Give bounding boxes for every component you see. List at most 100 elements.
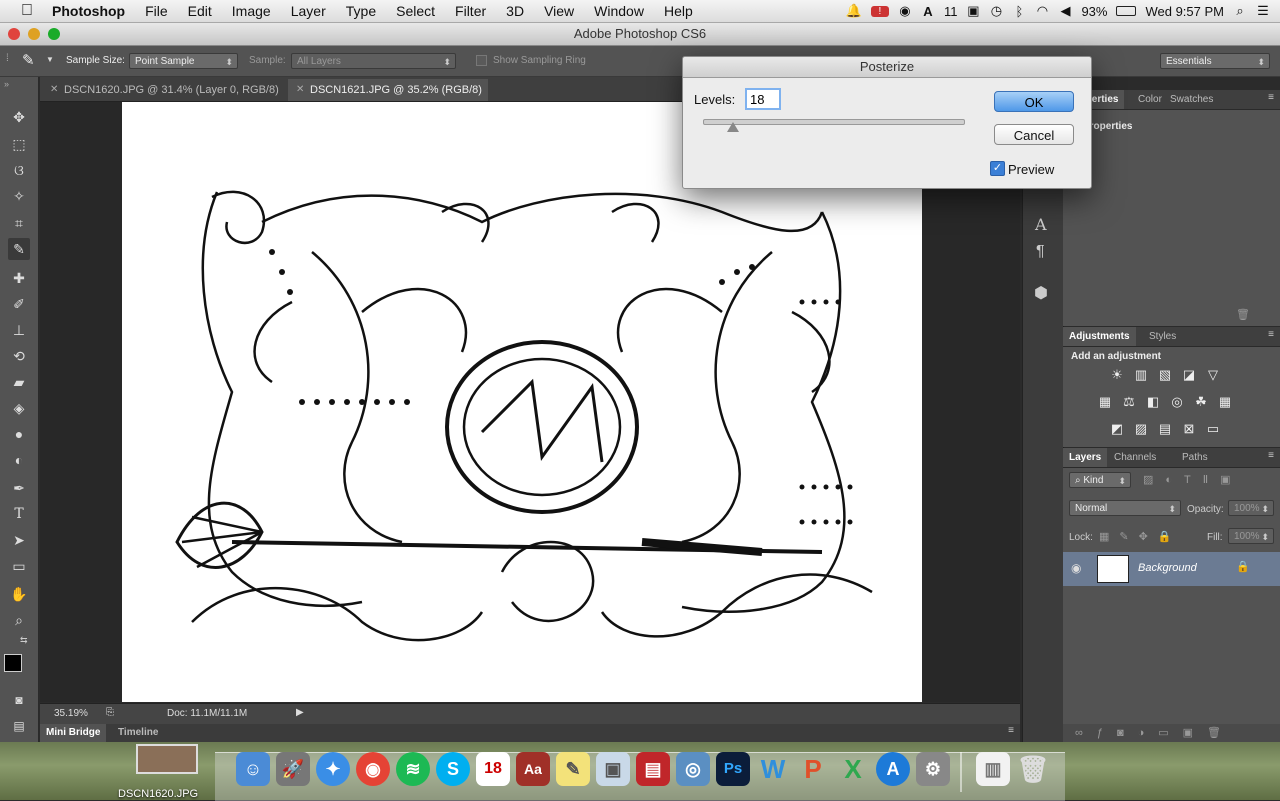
- brightness-icon[interactable]: ☀: [1108, 367, 1126, 383]
- panel-menu-icon[interactable]: ≡: [1008, 725, 1014, 736]
- system-preferences-icon[interactable]: ⚙: [916, 752, 950, 786]
- delete-icon[interactable]: 🗑: [1236, 308, 1250, 321]
- desktop-file-thumbnail[interactable]: [136, 744, 198, 774]
- close-tab-icon[interactable]: ✕: [296, 79, 304, 101]
- levels-input[interactable]: [745, 88, 781, 110]
- levels-slider-track[interactable]: [703, 119, 965, 125]
- spotlight-search-icon[interactable]: ⌕: [1233, 3, 1247, 19]
- menu-app-name[interactable]: Photoshop: [42, 3, 135, 19]
- clipboard-icon[interactable]: ▣: [966, 3, 980, 19]
- menu-view[interactable]: View: [534, 3, 584, 19]
- black-white-icon[interactable]: ◧: [1144, 394, 1162, 410]
- desktop-file-label[interactable]: DSCN1620.JPG: [118, 788, 198, 800]
- eraser-tool-icon[interactable]: ▰: [8, 371, 30, 393]
- eyedropper-tool-icon[interactable]: ✎: [8, 238, 30, 260]
- dictionary-icon[interactable]: Aa: [516, 752, 550, 786]
- channel-mixer-icon[interactable]: ☘: [1192, 394, 1210, 410]
- calendar-icon[interactable]: 18: [476, 752, 510, 786]
- clock[interactable]: Wed 9:57 PM: [1145, 4, 1224, 19]
- wifi-icon[interactable]: ◠: [1035, 3, 1049, 19]
- history-brush-tool-icon[interactable]: ⟲: [8, 345, 30, 367]
- minimize-window-button[interactable]: [28, 28, 40, 40]
- rectangle-tool-icon[interactable]: ▭: [8, 555, 30, 577]
- tab-styles[interactable]: Styles: [1143, 327, 1182, 346]
- selective-color-icon[interactable]: ⊠: [1180, 421, 1198, 437]
- photo-filter-icon[interactable]: ◎: [1168, 394, 1186, 410]
- layers-footer-icons[interactable]: ∞ƒ◙◑▭▣🗑: [1075, 726, 1235, 739]
- pen-tool-icon[interactable]: ✒: [8, 477, 30, 499]
- preset-dropdown-arrow-icon[interactable]: ▼: [46, 55, 54, 64]
- curves-icon[interactable]: ▧: [1156, 367, 1174, 383]
- menu-file[interactable]: File: [135, 3, 178, 19]
- panel-menu-icon[interactable]: ≡: [1268, 92, 1274, 103]
- exposure-icon[interactable]: ◪: [1180, 367, 1198, 383]
- layer-filter-icons[interactable]: ▨◐TⅡ▣: [1143, 473, 1243, 486]
- tab-dscn1621[interactable]: ✕ DSCN1621.JPG @ 35.2% (RGB/8) *: [288, 79, 488, 118]
- tab-swatches[interactable]: Swatches: [1164, 90, 1219, 109]
- close-tab-icon[interactable]: ✕: [50, 79, 58, 101]
- clone-stamp-tool-icon[interactable]: ⊥: [8, 319, 30, 341]
- menu-image[interactable]: Image: [222, 3, 281, 19]
- 3d-panel-icon[interactable]: ⬢: [1034, 283, 1048, 303]
- fill-input[interactable]: 100%: [1228, 528, 1274, 545]
- blend-mode-select[interactable]: Normal: [1069, 500, 1181, 517]
- excel-icon[interactable]: X: [836, 752, 870, 786]
- brush-tool-icon[interactable]: ✐: [8, 293, 30, 315]
- app-store-icon[interactable]: A: [876, 752, 910, 786]
- paragraph-panel-icon[interactable]: ¶: [1036, 243, 1045, 261]
- battery-icon[interactable]: [1116, 6, 1137, 16]
- menu-edit[interactable]: Edit: [178, 3, 222, 19]
- photo-booth-icon[interactable]: ▤: [636, 752, 670, 786]
- screen-mode-icon[interactable]: ▤: [8, 715, 30, 737]
- status-menu-arrow-icon[interactable]: ▶: [296, 707, 304, 718]
- apple-menu-icon[interactable]: : [12, 2, 42, 20]
- tab-mini-bridge[interactable]: Mini Bridge: [40, 724, 107, 742]
- list-menu-icon[interactable]: ☰: [1256, 3, 1270, 19]
- levels-slider-thumb[interactable]: [727, 122, 740, 132]
- healing-brush-tool-icon[interactable]: ✚: [8, 267, 30, 289]
- paint-bucket-tool-icon[interactable]: ◈: [8, 397, 30, 419]
- menu-3d[interactable]: 3D: [496, 3, 534, 19]
- panel-menu-icon[interactable]: ≡: [1268, 329, 1274, 340]
- show-sampling-ring-checkbox[interactable]: [476, 55, 487, 66]
- adobe-icon[interactable]: A: [921, 4, 935, 19]
- powerpoint-icon[interactable]: P: [796, 752, 830, 786]
- circle-target-icon[interactable]: ◉: [898, 3, 912, 19]
- color-lookup-icon[interactable]: ▦: [1216, 394, 1234, 410]
- stickies-icon[interactable]: ✎: [556, 752, 590, 786]
- volume-icon[interactable]: ◀: [1058, 3, 1072, 19]
- sample-size-select[interactable]: Point Sample: [129, 53, 238, 70]
- notification-bell-icon[interactable]: 🔔: [846, 3, 862, 19]
- panel-menu-icon[interactable]: ≡: [1268, 450, 1274, 461]
- posterize-icon[interactable]: ▨: [1132, 421, 1150, 437]
- workspace-select[interactable]: Essentials: [1160, 53, 1270, 70]
- launchpad-icon[interactable]: 🚀: [276, 752, 310, 786]
- character-panel-icon[interactable]: A: [1035, 215, 1047, 234]
- skype-icon[interactable]: S: [436, 752, 470, 786]
- close-window-button[interactable]: [8, 28, 20, 40]
- eyedropper-preset-icon[interactable]: ✎: [22, 51, 35, 69]
- menu-layer[interactable]: Layer: [281, 3, 336, 19]
- zoom-window-button[interactable]: [48, 28, 60, 40]
- tab-adjustments[interactable]: Adjustments: [1063, 327, 1136, 346]
- gradient-map-icon[interactable]: ▭: [1204, 421, 1222, 437]
- tab-paths[interactable]: Paths: [1176, 448, 1214, 467]
- type-tool-icon[interactable]: T: [8, 503, 30, 525]
- finder-icon[interactable]: ☺: [236, 752, 270, 786]
- marquee-tool-icon[interactable]: ⬚: [8, 133, 30, 155]
- sample-select[interactable]: All Layers: [291, 53, 456, 70]
- menu-filter[interactable]: Filter: [445, 3, 496, 19]
- tab-layers[interactable]: Layers: [1063, 448, 1108, 467]
- magic-wand-tool-icon[interactable]: ✧: [8, 185, 30, 207]
- vibrance-icon[interactable]: ▽: [1204, 367, 1222, 383]
- preview-checkbox[interactable]: ✓: [990, 161, 1005, 176]
- swap-colors-icon[interactable]: ⇆: [20, 635, 28, 646]
- bluetooth-icon[interactable]: ᛒ: [1012, 4, 1026, 19]
- invert-icon[interactable]: ◩: [1108, 421, 1126, 437]
- trash-icon[interactable]: 🗑: [1016, 752, 1050, 786]
- layer-name[interactable]: Background: [1138, 562, 1197, 574]
- color-balance-icon[interactable]: ⚖: [1120, 394, 1138, 410]
- visibility-eye-icon[interactable]: ◉: [1071, 561, 1081, 575]
- documents-stack-icon[interactable]: ▥: [976, 752, 1010, 786]
- menu-help[interactable]: Help: [654, 3, 703, 19]
